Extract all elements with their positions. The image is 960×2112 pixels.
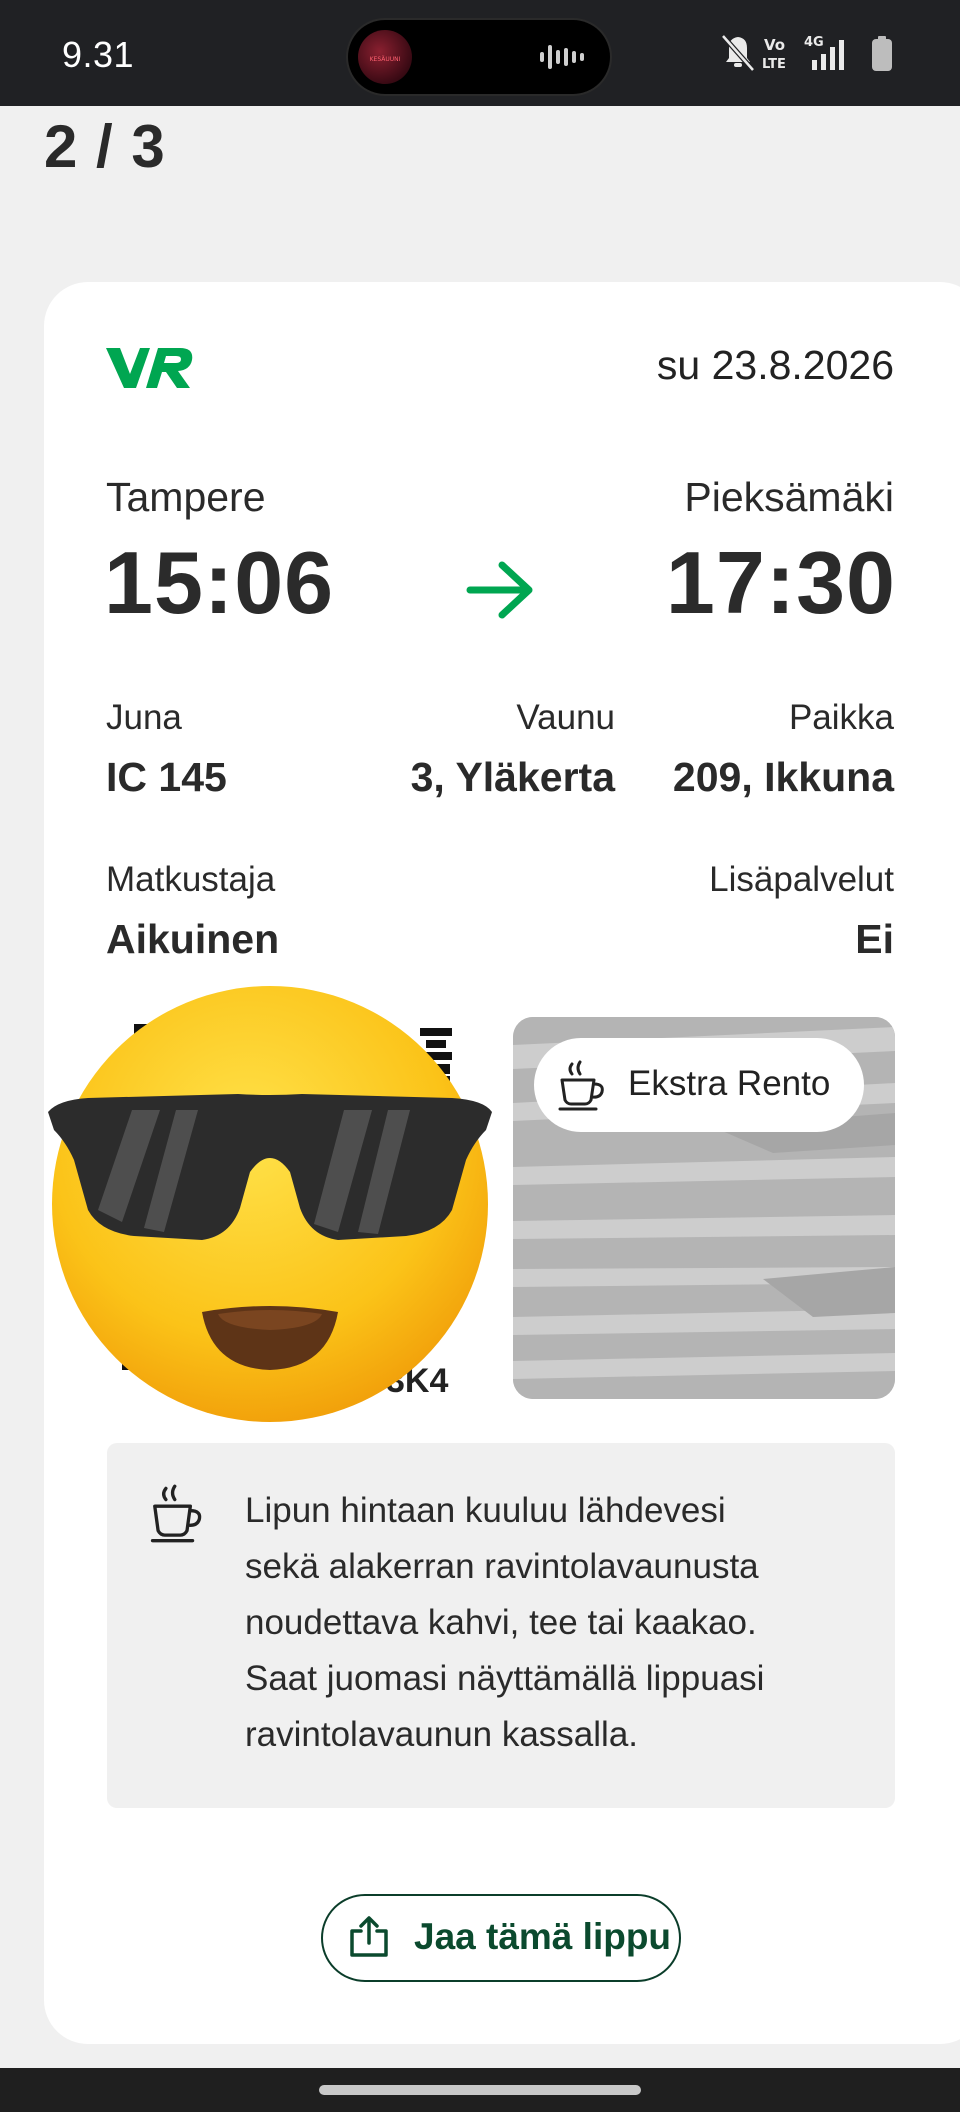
info-line: Saat juomasi näyttämällä lippuasi bbox=[245, 1659, 765, 1698]
network-4g: 4G bbox=[804, 35, 824, 50]
departure-station: Tampere bbox=[106, 474, 266, 520]
info-text: Lipun hintaan kuuluu lähdevesi sekä alak… bbox=[245, 1483, 845, 1763]
service-class-label: Ekstra Rento bbox=[628, 1064, 831, 1103]
car-value: 3, Yläkerta bbox=[410, 754, 615, 800]
sunglasses-emoji-sticker bbox=[48, 986, 492, 1422]
info-line: ravintolavaunun kassalla. bbox=[245, 1715, 639, 1754]
seat-label: Paikka bbox=[788, 698, 894, 737]
volte-lte: LTE bbox=[762, 57, 786, 72]
share-icon bbox=[350, 1916, 388, 1957]
extras-label: Lisäpalvelut bbox=[709, 860, 894, 899]
info-line: sekä alakerran ravintolavaunusta bbox=[245, 1547, 759, 1586]
status-time: 9.31 bbox=[62, 34, 135, 75]
island-label: KESÄUUNI bbox=[370, 56, 401, 63]
info-line: Lipun hintaan kuuluu lähdevesi bbox=[245, 1491, 726, 1530]
passenger-value: Aikuinen bbox=[106, 916, 280, 962]
vr-logo-icon bbox=[106, 348, 193, 388]
car-label: Vaunu bbox=[516, 698, 615, 737]
arrival-station: Pieksämäki bbox=[684, 474, 894, 520]
home-indicator[interactable] bbox=[319, 2085, 641, 2095]
train-label: Juna bbox=[106, 698, 182, 737]
bell-muted-icon bbox=[721, 34, 755, 72]
coffee-cup-icon bbox=[150, 1484, 202, 1543]
status-bar: 9.31 KESÄUUNI Vo LTE 4G bbox=[0, 0, 960, 106]
audio-wave-icon bbox=[540, 45, 584, 69]
seat-value: 209, Ikkuna bbox=[672, 754, 894, 800]
volte-vo: Vo bbox=[764, 36, 785, 54]
ticket-date: su 23.8.2026 bbox=[656, 342, 894, 388]
coffee-cup-icon bbox=[558, 1060, 604, 1111]
media-artwork-icon: KESÄUUNI bbox=[358, 30, 412, 84]
passenger-label: Matkustaja bbox=[106, 860, 276, 899]
battery-icon bbox=[872, 36, 892, 71]
extras-value: Ei bbox=[855, 916, 894, 962]
page-indicator: 2 / 3 bbox=[44, 113, 166, 180]
train-value: IC 145 bbox=[106, 754, 227, 800]
arrival-time: 17:30 bbox=[665, 533, 896, 632]
arrow-right-icon bbox=[466, 561, 533, 619]
status-icons: Vo LTE 4G bbox=[721, 34, 892, 72]
dynamic-island[interactable]: KESÄUUNI bbox=[348, 20, 610, 94]
info-line: noudettava kahvi, tee tai kaakao. bbox=[245, 1603, 757, 1642]
share-ticket-label: Jaa tämä lippu bbox=[414, 1916, 672, 1957]
departure-time: 15:06 bbox=[104, 533, 335, 632]
